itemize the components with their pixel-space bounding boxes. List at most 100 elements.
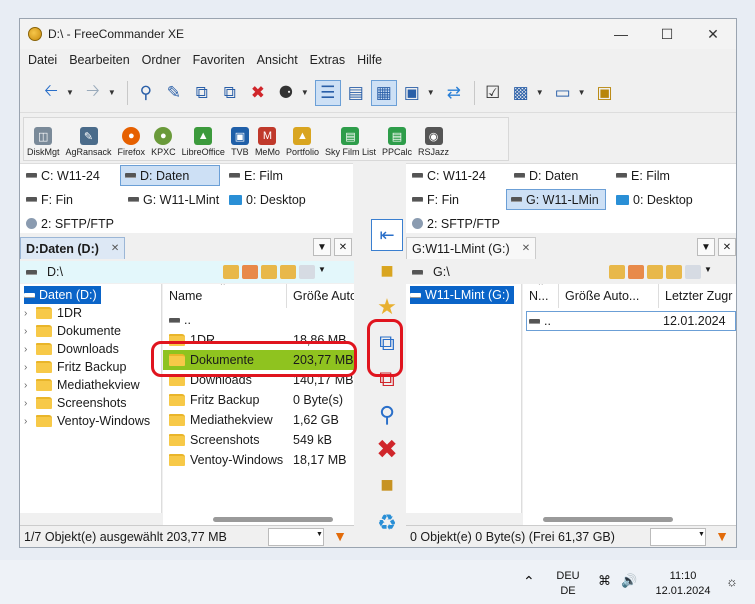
drive-e[interactable]: E: Film — [225, 165, 287, 186]
swap-panels-icon[interactable]: ⇤ — [371, 219, 403, 251]
chevron-down-icon[interactable]: ▼ — [316, 531, 323, 538]
menu-bearbeiten[interactable]: Bearbeiten — [63, 53, 135, 67]
chevron-down-icon[interactable]: ▼ — [698, 531, 705, 538]
menu-favoriten[interactable]: Favoriten — [187, 53, 251, 67]
recycle-bin-icon[interactable]: ♻ — [371, 507, 403, 539]
drive-desktop[interactable]: 0: Desktop — [612, 189, 697, 210]
drive-c[interactable]: C: W11-24 — [22, 165, 104, 186]
chevron-down-icon[interactable]: ▼ — [427, 88, 435, 97]
chevron-down-icon[interactable]: ▼ — [704, 265, 712, 279]
menu-ansicht[interactable]: Ansicht — [251, 53, 304, 67]
tree-root-d[interactable]: Daten (D:) — [24, 286, 101, 304]
drive-d[interactable]: D: Daten — [120, 165, 220, 186]
maximize-button[interactable]: ☐ — [644, 19, 690, 49]
column-last-access[interactable]: Letzter Zugr — [659, 284, 736, 308]
tool-kpxc[interactable]: ● KPXC — [148, 127, 179, 157]
table-row[interactable]: Mediathekview 1,62 GB — [163, 410, 354, 430]
chevron-down-icon[interactable]: ▼ — [301, 88, 309, 97]
back-arrow-icon[interactable]: 🡠 — [38, 80, 64, 106]
tool-libreoffice[interactable]: ▲ LibreOffice — [179, 127, 228, 157]
filter-funnel-icon[interactable]: ▼ — [714, 528, 730, 544]
new-folder-icon[interactable]: ■ — [371, 255, 403, 287]
close-tab-icon[interactable]: ✕ — [111, 243, 119, 254]
language-indicator[interactable]: DEU DE — [553, 570, 583, 597]
close-icon[interactable]: ✕ — [334, 238, 352, 256]
menu-datei[interactable]: Datei — [22, 53, 63, 67]
tree-view-icon[interactable]: ☰ — [314, 79, 341, 106]
drive-desktop[interactable]: 0: Desktop — [225, 189, 310, 210]
parent-folder-icon[interactable] — [280, 265, 296, 279]
tool-ppcalc[interactable]: ▤ PPCalc — [379, 127, 415, 157]
table-row[interactable]: .. — [163, 310, 354, 330]
delete-icon[interactable]: ✖ — [245, 80, 271, 106]
monitor-icon[interactable]: ▭ — [550, 80, 576, 106]
favorite-folder-icon[interactable] — [242, 265, 258, 279]
tool-rsjazz[interactable]: ◉ RSJazz — [415, 127, 452, 157]
close-tab-icon[interactable]: ✕ — [522, 243, 530, 254]
chevron-up-icon[interactable]: ⌃ — [523, 573, 535, 590]
delete-icon[interactable]: ✖ — [371, 433, 403, 465]
chevron-down-icon[interactable]: ▼ — [108, 88, 116, 97]
tree-root-g[interactable]: W11-LMint (G:) — [410, 286, 514, 304]
close-button[interactable]: ✕ — [690, 19, 736, 49]
tool-agransack[interactable]: ✎ AgRansack — [63, 127, 115, 157]
root-folder-icon[interactable] — [647, 265, 663, 279]
tool-tvb[interactable]: ▣ TVB — [228, 127, 252, 157]
tree-item[interactable]: › Ventoy-Windows — [24, 412, 150, 430]
tool-memo[interactable]: M MeMo — [252, 127, 283, 157]
menu-extras[interactable]: Extras — [304, 53, 351, 67]
speaker-icon[interactable]: 🔊 — [621, 573, 637, 589]
right-path[interactable]: G:\ — [433, 265, 450, 279]
sync-icon[interactable]: ⇄ — [441, 80, 467, 106]
wifi-icon[interactable]: ⌘ — [598, 573, 611, 589]
drive-g[interactable]: G: W11-LMint — [124, 189, 223, 210]
tree-item[interactable]: › Fritz Backup — [24, 358, 126, 376]
copy-path-icon[interactable] — [685, 265, 701, 279]
checklist-icon[interactable]: ☑ — [480, 80, 506, 106]
column-name[interactable]: Name ⌃ — [163, 284, 287, 308]
tree-item[interactable]: › Mediathekview — [24, 376, 140, 394]
chevron-down-icon[interactable]: ▼ — [66, 88, 74, 97]
edit-pencil-icon[interactable]: ✎ — [161, 80, 187, 106]
tree-item[interactable]: › Screenshots — [24, 394, 126, 412]
close-icon[interactable]: ✕ — [718, 238, 736, 256]
drive-d[interactable]: D: Daten — [510, 165, 582, 186]
chevron-down-icon[interactable]: ▼ — [697, 238, 715, 256]
tree-item[interactable]: › 1DR — [24, 304, 82, 322]
drive-e[interactable]: E: Film — [612, 165, 674, 186]
left-hscrollbar[interactable] — [163, 513, 354, 525]
tool-skyfilmlist[interactable]: ▤ Sky Film List — [322, 127, 379, 157]
search-icon[interactable]: ⚲ — [133, 80, 159, 106]
layout-grid-icon[interactable]: ▩ — [508, 80, 534, 106]
tree-item[interactable]: › Downloads — [24, 340, 119, 358]
table-row[interactable]: Screenshots 549 kB — [163, 430, 354, 450]
root-folder-icon[interactable] — [261, 265, 277, 279]
settings-s-icon[interactable]: ▣ — [592, 80, 618, 106]
history-folder-icon[interactable] — [609, 265, 625, 279]
copy-plus-icon[interactable]: ⧉ — [189, 80, 215, 106]
menu-hilfe[interactable]: Hilfe — [351, 53, 388, 67]
search-icon[interactable]: ⚲ — [371, 399, 403, 431]
right-hscrollbar[interactable] — [523, 513, 736, 525]
list-view-icon[interactable]: ▦ — [370, 79, 397, 106]
table-row[interactable]: .. 12.01.2024 — [526, 311, 736, 331]
tool-portfolio[interactable]: ▲ Portfolio — [283, 127, 322, 157]
table-row[interactable]: Fritz Backup 0 Byte(s) — [163, 390, 354, 410]
tab-right[interactable]: G:W11-LMint (G:) ✕ — [406, 237, 537, 259]
copy-path-icon[interactable] — [299, 265, 315, 279]
details-view-icon[interactable]: ▤ — [343, 80, 369, 106]
history-folder-icon[interactable] — [223, 265, 239, 279]
clock[interactable]: 11:10 12.01.2024 — [651, 570, 715, 597]
column-size[interactable]: Größe Auto... — [559, 284, 659, 308]
drive-sftp[interactable]: 2: SFTP/FTP — [22, 213, 118, 234]
chevron-down-icon[interactable]: ▼ — [318, 265, 326, 279]
sync-folder-icon[interactable]: ■ — [371, 469, 403, 501]
parent-folder-icon[interactable] — [666, 265, 682, 279]
drive-c[interactable]: C: W11-24 — [408, 165, 490, 186]
menu-ordner[interactable]: Ordner — [136, 53, 187, 67]
binoculars-icon[interactable]: ⚈ — [273, 80, 299, 106]
chevron-down-icon[interactable]: ▼ — [536, 88, 544, 97]
move-icon[interactable]: ⧉ — [217, 80, 243, 106]
minimize-button[interactable]: — — [598, 19, 644, 49]
drive-g[interactable]: G: W11-LMin — [506, 189, 606, 210]
